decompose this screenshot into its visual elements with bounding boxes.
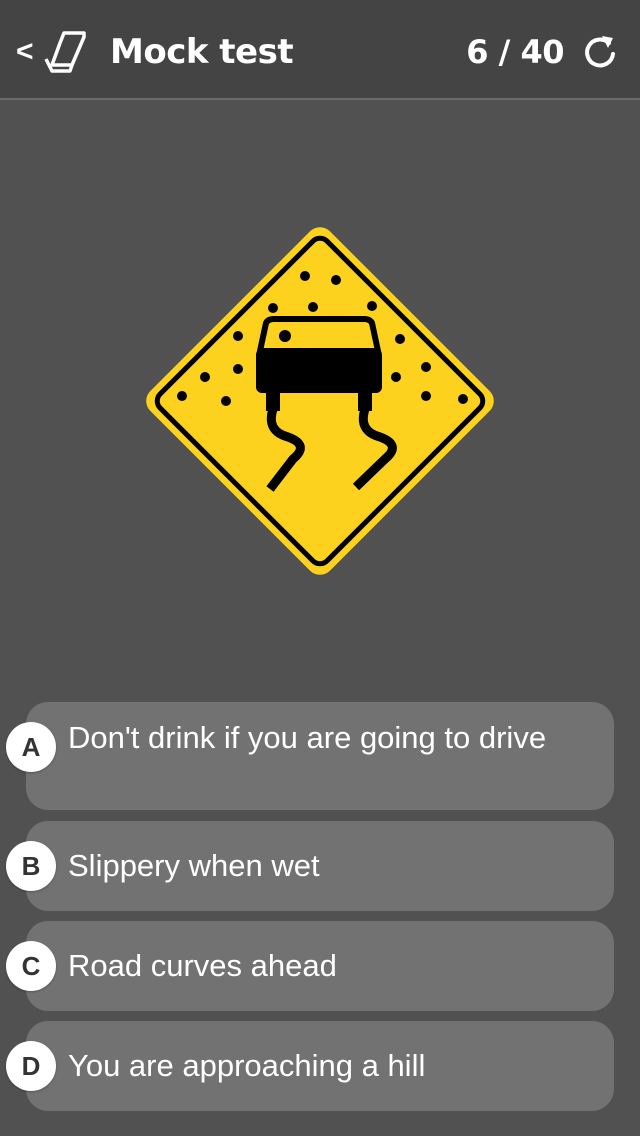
answer-option-a[interactable]: A Don't drink if you are going to drive	[6, 702, 614, 810]
answer-text: Slippery when wet	[68, 848, 320, 883]
back-button[interactable]: <	[16, 30, 106, 74]
page-title: Mock test	[110, 32, 294, 72]
answer-text: Don't drink if you are going to drive	[68, 720, 547, 755]
app-screen: < Mock test 6 / 40 A Don't drink if you …	[0, 0, 640, 1136]
restart-icon[interactable]	[580, 32, 620, 72]
answer-option-b[interactable]: B Slippery when wet	[6, 821, 614, 911]
back-chevron-icon: <	[16, 35, 34, 68]
slippery-road-sign	[146, 227, 494, 575]
answer-option-d[interactable]: D You are approaching a hill	[6, 1021, 614, 1111]
answer-letter-badge: B	[6, 841, 56, 891]
notepad-icon	[43, 31, 86, 73]
answer-text: Road curves ahead	[68, 948, 337, 983]
answer-letter-badge: A	[6, 722, 56, 772]
answer-text: You are approaching a hill	[68, 1048, 426, 1083]
question-image	[138, 219, 502, 583]
answer-letter-badge: C	[6, 941, 56, 991]
header-bar: < Mock test 6 / 40	[0, 0, 640, 100]
answer-option-c[interactable]: C Road curves ahead	[6, 921, 614, 1011]
answer-letter-badge: D	[6, 1041, 56, 1091]
question-counter: 6 / 40	[466, 33, 564, 71]
